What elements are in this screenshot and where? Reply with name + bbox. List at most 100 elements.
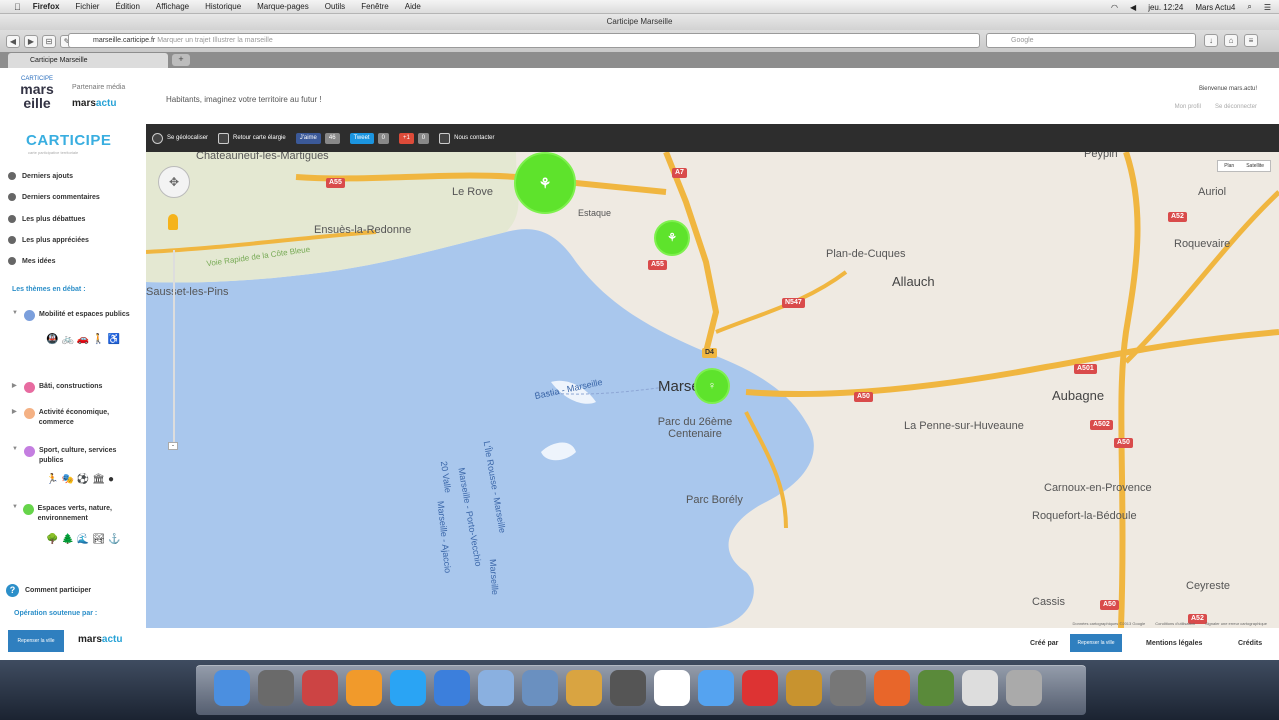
zoom-handle[interactable]: - bbox=[168, 442, 178, 450]
marsactu-footer-logo[interactable]: marsactu bbox=[78, 634, 122, 645]
volume-icon[interactable]: ◀ bbox=[1130, 3, 1136, 12]
clock[interactable]: jeu. 12:24 bbox=[1148, 3, 1183, 12]
nav-label: Les plus débattues bbox=[22, 215, 86, 223]
menu-affichage[interactable]: Affichage bbox=[156, 2, 189, 11]
nav-derniers-ajouts[interactable]: Derniers ajouts bbox=[8, 172, 73, 180]
preview-icon[interactable] bbox=[522, 670, 558, 706]
chevron-down-icon[interactable]: ▼ bbox=[12, 446, 20, 466]
attribution-terms[interactable]: Conditions d'utilisation bbox=[1155, 621, 1195, 626]
download-icon[interactable]: ↓ bbox=[1204, 34, 1218, 47]
back-button[interactable]: ◀ bbox=[6, 34, 20, 48]
forward-button[interactable]: ▶ bbox=[24, 34, 38, 48]
repenser-la-ville-logo[interactable]: Repenser la ville bbox=[8, 630, 64, 652]
theme-economie[interactable]: ▶ Activité économique, commerce bbox=[12, 408, 142, 428]
chevron-down-icon[interactable]: ▼ bbox=[12, 310, 20, 321]
profile-link[interactable]: Mon profil bbox=[1175, 104, 1201, 110]
system-preferences-icon[interactable] bbox=[830, 670, 866, 706]
apple-icon[interactable]:  bbox=[14, 2, 21, 12]
nav-mes-idees[interactable]: Mes idées bbox=[8, 257, 55, 265]
menu-edition[interactable]: Édition bbox=[115, 2, 139, 11]
idea-marker-marseille[interactable]: ♀ bbox=[694, 368, 730, 404]
map-pan-control[interactable]: ✥ bbox=[158, 166, 190, 198]
contact-button[interactable]: Nous contacter bbox=[439, 132, 494, 144]
tab-carticipe[interactable]: Carticipe Marseille bbox=[8, 53, 168, 68]
user-menu[interactable]: Mars Actu4 bbox=[1195, 3, 1235, 12]
menu-icon[interactable]: ≡ bbox=[1244, 34, 1258, 47]
credits-link[interactable]: Crédits bbox=[1238, 640, 1262, 647]
theme-espaces-verts[interactable]: ▼ Espaces verts, nature, environnement bbox=[12, 504, 142, 524]
maptype-satellite-button[interactable]: Satellite bbox=[1240, 161, 1270, 171]
home-icon[interactable]: ⌂ bbox=[1224, 34, 1238, 47]
menu-fenetre[interactable]: Fenêtre bbox=[361, 2, 389, 11]
network-icon[interactable] bbox=[478, 670, 514, 706]
launchpad-icon[interactable] bbox=[258, 670, 294, 706]
city-roquefort: Roquefort-la-Bédoule bbox=[1032, 510, 1137, 522]
calendar-icon[interactable] bbox=[654, 670, 690, 706]
theme-mobilite[interactable]: ▼ Mobilité et espaces publics bbox=[12, 310, 142, 321]
url-bar[interactable]: marseille.carticipe.fr Marquer un trajet… bbox=[68, 33, 980, 48]
menu-aide[interactable]: Aide bbox=[405, 2, 421, 11]
zoom-slider[interactable] bbox=[173, 250, 175, 450]
map-view[interactable]: Chateauneuf-les-Martigues Le Rove Ensuès… bbox=[146, 152, 1279, 628]
theme-sport-subicons[interactable]: 🏃🎭⚽🏛● bbox=[46, 474, 117, 485]
maptype-plan-button[interactable]: Plan bbox=[1218, 161, 1240, 171]
photo-icon[interactable] bbox=[742, 670, 778, 706]
menu-app-firefox[interactable]: Firefox bbox=[33, 2, 60, 11]
attribution-report[interactable]: Signaler une erreur cartographique bbox=[1205, 621, 1267, 626]
tagline: Habitants, imaginez votre territoire au … bbox=[166, 95, 322, 104]
theme-label: Activité économique, commerce bbox=[38, 409, 110, 426]
facebook-like-button[interactable]: J'aime 46 bbox=[295, 132, 340, 144]
gplus-button[interactable]: +1 0 bbox=[398, 132, 430, 144]
iphoto-icon[interactable] bbox=[786, 670, 822, 706]
nav-plus-debattues[interactable]: Les plus débattues bbox=[8, 215, 85, 223]
geolocate-button[interactable]: Se géolocaliser bbox=[152, 132, 208, 144]
marseille-carticipe-logo[interactable]: CARTICIPE mars eille bbox=[12, 76, 62, 124]
streetview-pegman-icon[interactable] bbox=[168, 214, 178, 230]
road-badge-a55-south: A55 bbox=[648, 260, 667, 270]
document-icon[interactable] bbox=[962, 670, 998, 706]
carticipe-logo[interactable]: CARTICIPE bbox=[26, 132, 111, 149]
nav-plus-appreciees[interactable]: Les plus appréciées bbox=[8, 236, 89, 244]
logout-link[interactable]: Se déconnecter bbox=[1215, 104, 1257, 110]
search-input[interactable]: Google bbox=[986, 33, 1196, 48]
app-store-icon[interactable] bbox=[390, 670, 426, 706]
chevron-down-icon[interactable]: ▼ bbox=[12, 504, 19, 524]
theme-espaces-verts-subicons[interactable]: 🌳🌲🌊🏞⚓ bbox=[46, 534, 124, 545]
idea-cluster-marker-medium[interactable]: ⚘ bbox=[654, 220, 690, 256]
chevron-right-icon[interactable]: ▶ bbox=[12, 408, 20, 428]
city-plan-de-cuques: Plan-de-Cuques bbox=[826, 248, 906, 260]
photo-booth-icon[interactable] bbox=[302, 670, 338, 706]
trash-icon[interactable] bbox=[1006, 670, 1042, 706]
notification-icon[interactable]: ☰ bbox=[1264, 3, 1271, 12]
mentions-legales-link[interactable]: Mentions légales bbox=[1146, 640, 1202, 647]
image-capture-icon[interactable] bbox=[918, 670, 954, 706]
sidebar-toggle-icon[interactable]: ⊟ bbox=[42, 34, 56, 48]
highway-a50 bbox=[745, 329, 1279, 397]
theme-sport[interactable]: ▼ Sport, culture, services publics bbox=[12, 446, 142, 466]
new-tab-button[interactable]: + bbox=[172, 54, 190, 66]
firefox-icon[interactable] bbox=[874, 670, 910, 706]
theme-mobilite-subicons[interactable]: 🚇🚲🚗🚶♿ bbox=[46, 334, 123, 345]
menu-fichier[interactable]: Fichier bbox=[75, 2, 99, 11]
spotlight-icon[interactable]: ⌕ bbox=[1247, 2, 1251, 12]
back-to-map-button[interactable]: Retour carte élargie bbox=[218, 132, 286, 144]
wifi-icon[interactable]: ◠ bbox=[1111, 3, 1118, 12]
theme-bati[interactable]: ▶ Bâti, constructions bbox=[12, 382, 142, 393]
safari-icon[interactable] bbox=[434, 670, 470, 706]
facetime-icon[interactable] bbox=[610, 670, 646, 706]
idea-cluster-marker-large[interactable]: ⚘ bbox=[514, 152, 576, 214]
tweet-button[interactable]: Tweet 0 bbox=[349, 132, 389, 144]
help-link[interactable]: ? Comment participer bbox=[6, 584, 91, 597]
menu-historique[interactable]: Historique bbox=[205, 2, 241, 11]
finder-icon[interactable] bbox=[214, 670, 250, 706]
notes-icon[interactable] bbox=[566, 670, 602, 706]
nav-label: Derniers ajouts bbox=[22, 172, 73, 180]
menu-marque-pages[interactable]: Marque-pages bbox=[257, 2, 309, 11]
nav-derniers-commentaires[interactable]: Derniers commentaires bbox=[8, 193, 100, 201]
menu-outils[interactable]: Outils bbox=[325, 2, 345, 11]
itunes-icon[interactable] bbox=[698, 670, 734, 706]
chevron-right-icon[interactable]: ▶ bbox=[12, 382, 20, 393]
marsactu-logo[interactable]: marsactu bbox=[72, 98, 116, 109]
chrome-icon[interactable] bbox=[346, 670, 382, 706]
created-by-logo[interactable]: Repenser la ville bbox=[1070, 634, 1122, 652]
